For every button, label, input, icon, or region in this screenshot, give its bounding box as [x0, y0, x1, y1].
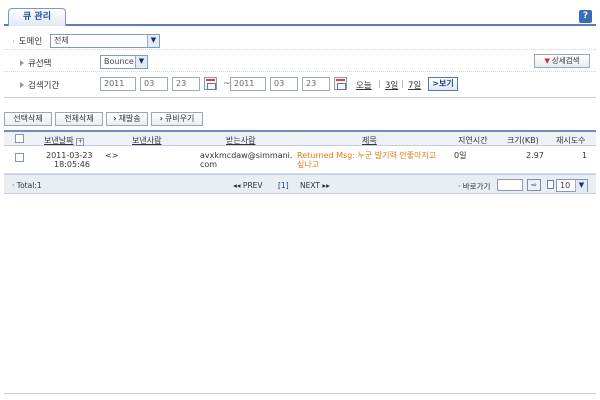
tab-queue-management[interactable]: 큐 관리 — [8, 8, 66, 26]
bottom-divider — [4, 393, 596, 394]
to-year-input[interactable]: 2011 — [230, 77, 266, 91]
row-checkbox[interactable] — [15, 153, 24, 162]
row-sender: <> — [105, 151, 119, 160]
tab-bar: 큐 관리 ? — [4, 6, 596, 26]
queue-label: 큐선택 — [20, 57, 51, 69]
chevron-right-icon: › — [159, 114, 163, 123]
chevron-down-icon: ▼ — [575, 180, 587, 192]
row-time: 18:05:46 — [54, 160, 90, 169]
queue-row: 큐선택 Bounce ▼ ▼ 상세검색 — [4, 52, 596, 72]
from-day-input[interactable]: 23 — [172, 77, 200, 91]
resend-button[interactable]: › 재발송 — [106, 112, 148, 126]
triangle-down-icon: ▼ — [544, 57, 550, 65]
next-link[interactable]: NEXT ▸▸ — [300, 181, 330, 190]
detail-search-button[interactable]: ▼ 상세검색 — [534, 54, 590, 68]
document-icon — [547, 180, 554, 189]
double-right-arrow-icon: ▸▸ — [322, 181, 330, 190]
delete-all-button[interactable]: 전체삭제 — [55, 112, 103, 126]
goto-label: · 바로가기 — [458, 182, 491, 191]
chevron-right-icon: › — [113, 114, 117, 123]
table-row[interactable]: 2011-03-23 18:05:46 <> avxkmcdaw@simmani… — [4, 147, 596, 174]
domain-label: · 도메인 — [12, 37, 43, 47]
table-header: 보낸날짜 + 보낸사람 받는사람 제목 지연시간 크기(KB) 재시도수 — [4, 130, 596, 146]
quick-3days-link[interactable]: 3일 — [385, 79, 398, 91]
col-sender[interactable]: 보낸사람 — [132, 135, 161, 146]
to-month-input[interactable]: 03 — [270, 77, 298, 91]
row-recipient-line1: avxkmcdaw@simmani. — [200, 151, 293, 160]
goto-button[interactable]: ⇨ — [527, 179, 541, 191]
domain-row: · 도메인 전체 ▼ — [4, 30, 596, 50]
row-retries: 1 — [582, 151, 588, 160]
arrow-right-icon: ⇨ — [531, 181, 537, 189]
col-delay: 지연시간 — [458, 136, 488, 145]
calendar-icon[interactable] — [334, 77, 347, 90]
per-page-select[interactable]: 10 ▼ — [556, 179, 588, 192]
col-sent-date[interactable]: 보낸날짜 + — [44, 135, 85, 146]
from-month-input[interactable]: 03 — [140, 77, 168, 91]
delete-selected-button[interactable]: 선택삭제 — [4, 112, 52, 126]
from-year-input[interactable]: 2011 — [100, 77, 136, 91]
col-recipient[interactable]: 받는사람 — [226, 135, 255, 146]
period-label: 검색기간 — [20, 79, 59, 91]
row-date: 2011-03-23 — [46, 151, 93, 160]
sort-icon[interactable]: + — [76, 138, 85, 146]
empty-queue-button[interactable]: › 큐비우기 — [151, 112, 203, 126]
queue-select[interactable]: Bounce ▼ — [100, 55, 148, 69]
calendar-icon[interactable] — [204, 77, 217, 90]
quick-separator: | — [378, 79, 381, 88]
chevron-down-icon: ▼ — [135, 56, 147, 68]
period-row: 검색기간 2011 03 23 ~ 2011 03 23 오늘 | 3일 | 7… — [4, 74, 596, 94]
view-button[interactable]: >보기 — [428, 77, 458, 91]
pager: · Total:1 ◂◂ PREV [1] NEXT ▸▸ · 바로가기 ⇨ 1… — [4, 174, 596, 194]
col-size: 크기(KB) — [507, 136, 539, 145]
row-subject-link-line2[interactable]: 싶나고 — [297, 160, 319, 169]
row-recipient-line2: com — [200, 160, 218, 169]
search-panel: · 도메인 전체 ▼ 큐선택 Bounce ▼ ▼ 상세검색 검색기간 2011 0… — [4, 28, 596, 98]
goto-page-input[interactable] — [497, 179, 523, 191]
row-delay: 0일 — [454, 151, 467, 160]
row-subject-link[interactable]: Returned Msg: 누군 발기력 안좋아지고 — [297, 151, 436, 160]
domain-select[interactable]: 전체 ▼ — [50, 34, 160, 48]
col-retries: 재시도수 — [556, 136, 586, 145]
row-size: 2.97 — [526, 151, 544, 160]
current-page[interactable]: [1] — [278, 181, 289, 190]
total-count: · Total:1 — [12, 181, 42, 190]
double-left-arrow-icon: ◂◂ — [233, 181, 241, 190]
quick-separator: | — [401, 79, 404, 88]
to-day-input[interactable]: 23 — [302, 77, 330, 91]
col-subject[interactable]: 제목 — [362, 135, 377, 146]
chevron-down-icon: ▼ — [147, 35, 159, 47]
quick-7days-link[interactable]: 7일 — [408, 79, 421, 91]
select-all-checkbox[interactable] — [15, 134, 24, 143]
prev-link[interactable]: ◂◂ PREV — [233, 181, 263, 190]
help-icon[interactable]: ? — [579, 10, 592, 23]
quick-today-link[interactable]: 오늘 — [356, 79, 372, 91]
